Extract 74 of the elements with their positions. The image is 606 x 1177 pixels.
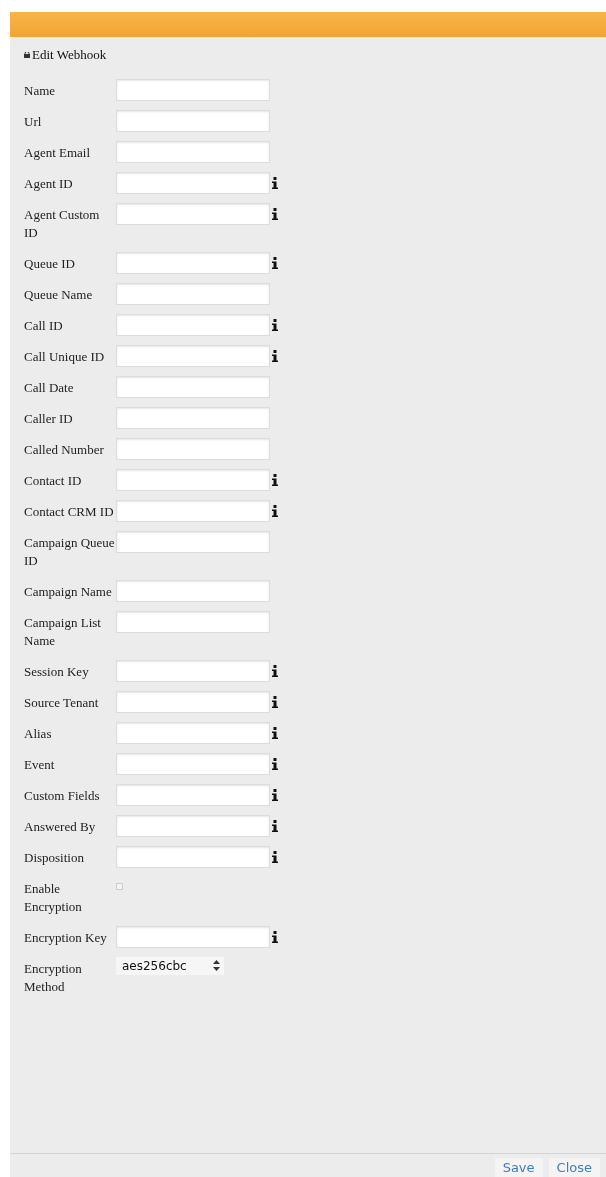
dialog-title: Edit Webhook <box>32 46 107 64</box>
text-field[interactable] <box>116 783 270 806</box>
text-field[interactable] <box>116 499 270 522</box>
text-field[interactable] <box>116 468 270 491</box>
info-icon[interactable] <box>272 504 278 517</box>
text-field[interactable] <box>116 752 270 775</box>
text-field[interactable] <box>116 437 270 460</box>
field-label: Call ID <box>24 316 64 335</box>
text-field[interactable] <box>116 406 270 429</box>
field-label: Contact ID <box>24 471 83 490</box>
info-icon[interactable] <box>272 726 278 739</box>
text-field[interactable] <box>116 375 270 398</box>
updown-caret-icon <box>212 960 220 971</box>
text-field[interactable] <box>116 610 270 633</box>
info-icon[interactable] <box>272 850 278 863</box>
info-icon[interactable] <box>272 318 278 331</box>
info-icon[interactable] <box>272 788 278 801</box>
field-label: Enable Encryption <box>24 879 83 916</box>
text-field[interactable] <box>116 845 270 868</box>
info-icon[interactable] <box>272 695 278 708</box>
text-field[interactable] <box>116 282 270 305</box>
field-label: Called Number <box>24 440 105 459</box>
field-label: Campaign List Name <box>24 613 102 650</box>
text-field[interactable] <box>116 171 270 194</box>
field-label: Contact CRM ID <box>24 502 115 521</box>
info-icon[interactable] <box>272 930 278 943</box>
info-icon[interactable] <box>272 256 278 269</box>
save-button[interactable]: Save <box>494 1158 543 1177</box>
field-label: Queue ID <box>24 254 76 273</box>
field-label: Custom Fields <box>24 786 101 805</box>
field-label: Call Date <box>24 378 75 397</box>
text-field[interactable] <box>116 690 270 713</box>
text-field[interactable] <box>116 251 270 274</box>
field-label: Agent ID <box>24 174 74 193</box>
text-field[interactable] <box>116 313 270 336</box>
text-field[interactable] <box>116 721 270 744</box>
encryption-method-select[interactable]: aes256cbc <box>116 956 224 975</box>
info-icon[interactable] <box>272 349 278 362</box>
field-label: Agent Custom ID <box>24 205 101 242</box>
text-field[interactable] <box>116 202 270 225</box>
info-icon[interactable] <box>272 207 278 220</box>
lock-icon <box>24 51 30 58</box>
field-label: Campaign Queue ID <box>24 533 116 570</box>
field-label: Name <box>24 81 57 100</box>
text-field[interactable] <box>116 109 270 132</box>
text-field[interactable] <box>116 78 270 101</box>
field-label: Agent Email <box>24 143 92 162</box>
info-icon[interactable] <box>272 819 278 832</box>
field-label: Alias <box>24 724 53 743</box>
field-label: Session Key <box>24 662 90 681</box>
field-label: Source Tenant <box>24 693 100 712</box>
field-label: Campaign Name <box>24 582 113 601</box>
text-field[interactable] <box>116 530 270 553</box>
text-field[interactable] <box>116 344 270 367</box>
field-label: Disposition <box>24 848 85 867</box>
text-field[interactable] <box>116 925 270 948</box>
field-label: Url <box>24 112 43 131</box>
field-label: Caller ID <box>24 409 74 428</box>
info-icon[interactable] <box>272 176 278 189</box>
info-icon[interactable] <box>272 664 278 677</box>
text-field[interactable] <box>116 814 270 837</box>
info-icon[interactable] <box>272 757 278 770</box>
checkbox[interactable] <box>116 882 123 890</box>
text-field[interactable] <box>116 140 270 163</box>
close-button[interactable]: Close <box>548 1158 600 1177</box>
field-label: Encryption Key <box>24 928 108 947</box>
field-label: Event <box>24 755 56 774</box>
text-field[interactable] <box>116 659 270 682</box>
field-label: Queue Name <box>24 285 94 304</box>
field-label: Answered By <box>24 817 97 836</box>
field-label: Call Unique ID <box>24 347 106 366</box>
field-label: Encryption Method <box>24 959 83 996</box>
text-field[interactable] <box>116 579 270 602</box>
info-icon[interactable] <box>272 473 278 486</box>
